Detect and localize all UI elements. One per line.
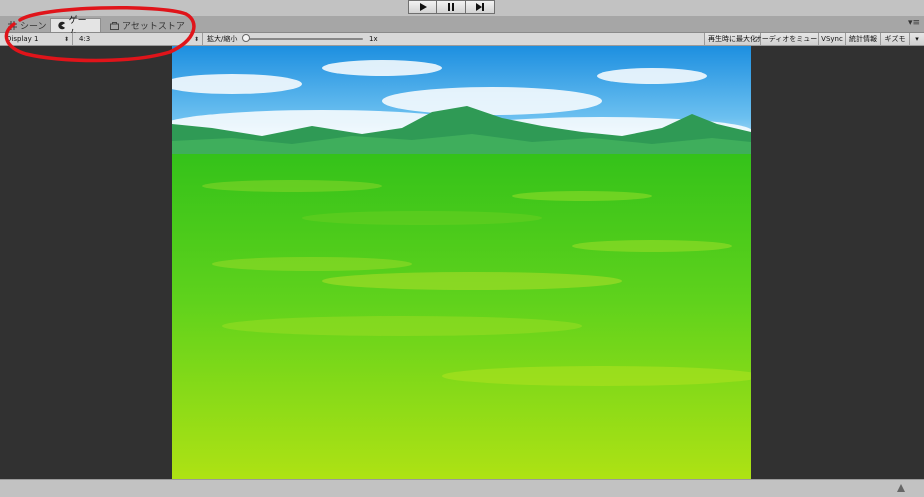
display-value: Display 1 <box>6 35 39 43</box>
gizmos-label: ギズモ <box>884 35 906 43</box>
display-dropdown[interactable]: Display 1 ⬍ <box>0 33 73 45</box>
tab-scene[interactable]: シーン <box>8 18 47 32</box>
mute-audio-button[interactable]: オーディオをミュート <box>755 33 824 45</box>
pause-button[interactable] <box>437 0 466 14</box>
step-button[interactable] <box>466 0 495 14</box>
aspect-dropdown[interactable]: 4:3 ⬍ <box>73 33 203 45</box>
vsync-label: VSync <box>821 35 843 43</box>
tab-strip: シーン ゲーム アセットストア ▾≡ <box>0 16 924 39</box>
maximize-on-play-button[interactable]: 再生時に最大化 <box>704 33 760 45</box>
scale-label: 拡大/縮小 <box>207 35 238 43</box>
menu-icon[interactable]: ▾≡ <box>908 18 920 28</box>
play-button[interactable] <box>408 0 437 14</box>
play-controls <box>408 0 495 14</box>
maximize-on-play-label: 再生時に最大化 <box>708 35 757 43</box>
grid-icon <box>8 20 17 30</box>
dropdown-arrow-icon: ⬍ <box>63 35 69 43</box>
stats-button[interactable]: 統計情報 <box>845 33 880 45</box>
play-icon <box>419 3 427 11</box>
mute-audio-label: オーディオをミュート <box>754 35 825 43</box>
landscape-image <box>172 46 751 479</box>
scale-slider-track[interactable] <box>245 38 363 40</box>
tab-scene-label: シーン <box>20 21 47 32</box>
dropdown-arrow-icon: ⬍ <box>193 35 199 43</box>
game-viewport[interactable] <box>0 46 924 479</box>
game-toolbar: Display 1 ⬍ 4:3 ⬍ 拡大/縮小 1x 再生時に最大化 オーディオ… <box>0 33 924 46</box>
aspect-value: 4:3 <box>79 35 91 43</box>
tab-game[interactable]: ゲーム <box>50 16 101 39</box>
tab-asset-store[interactable]: アセットストア <box>110 18 185 32</box>
top-bar <box>0 0 924 16</box>
bag-icon <box>110 21 119 30</box>
game-canvas[interactable] <box>172 46 751 479</box>
pacman-icon <box>58 21 66 30</box>
pause-icon <box>448 3 454 11</box>
scale-value: 1x <box>369 35 378 43</box>
tab-asset-store-label: アセットストア <box>122 21 185 32</box>
gizmos-button[interactable]: ギズモ <box>880 33 909 45</box>
vsync-button[interactable]: VSync <box>818 33 845 45</box>
gizmos-dropdown[interactable]: ▾ <box>909 33 924 45</box>
status-bar <box>0 479 924 497</box>
dropdown-arrow-icon: ▾ <box>915 35 919 43</box>
scale-slider-thumb[interactable] <box>242 34 250 42</box>
stats-label: 統計情報 <box>849 35 877 43</box>
step-icon <box>476 3 484 11</box>
warning-icon <box>897 484 905 492</box>
